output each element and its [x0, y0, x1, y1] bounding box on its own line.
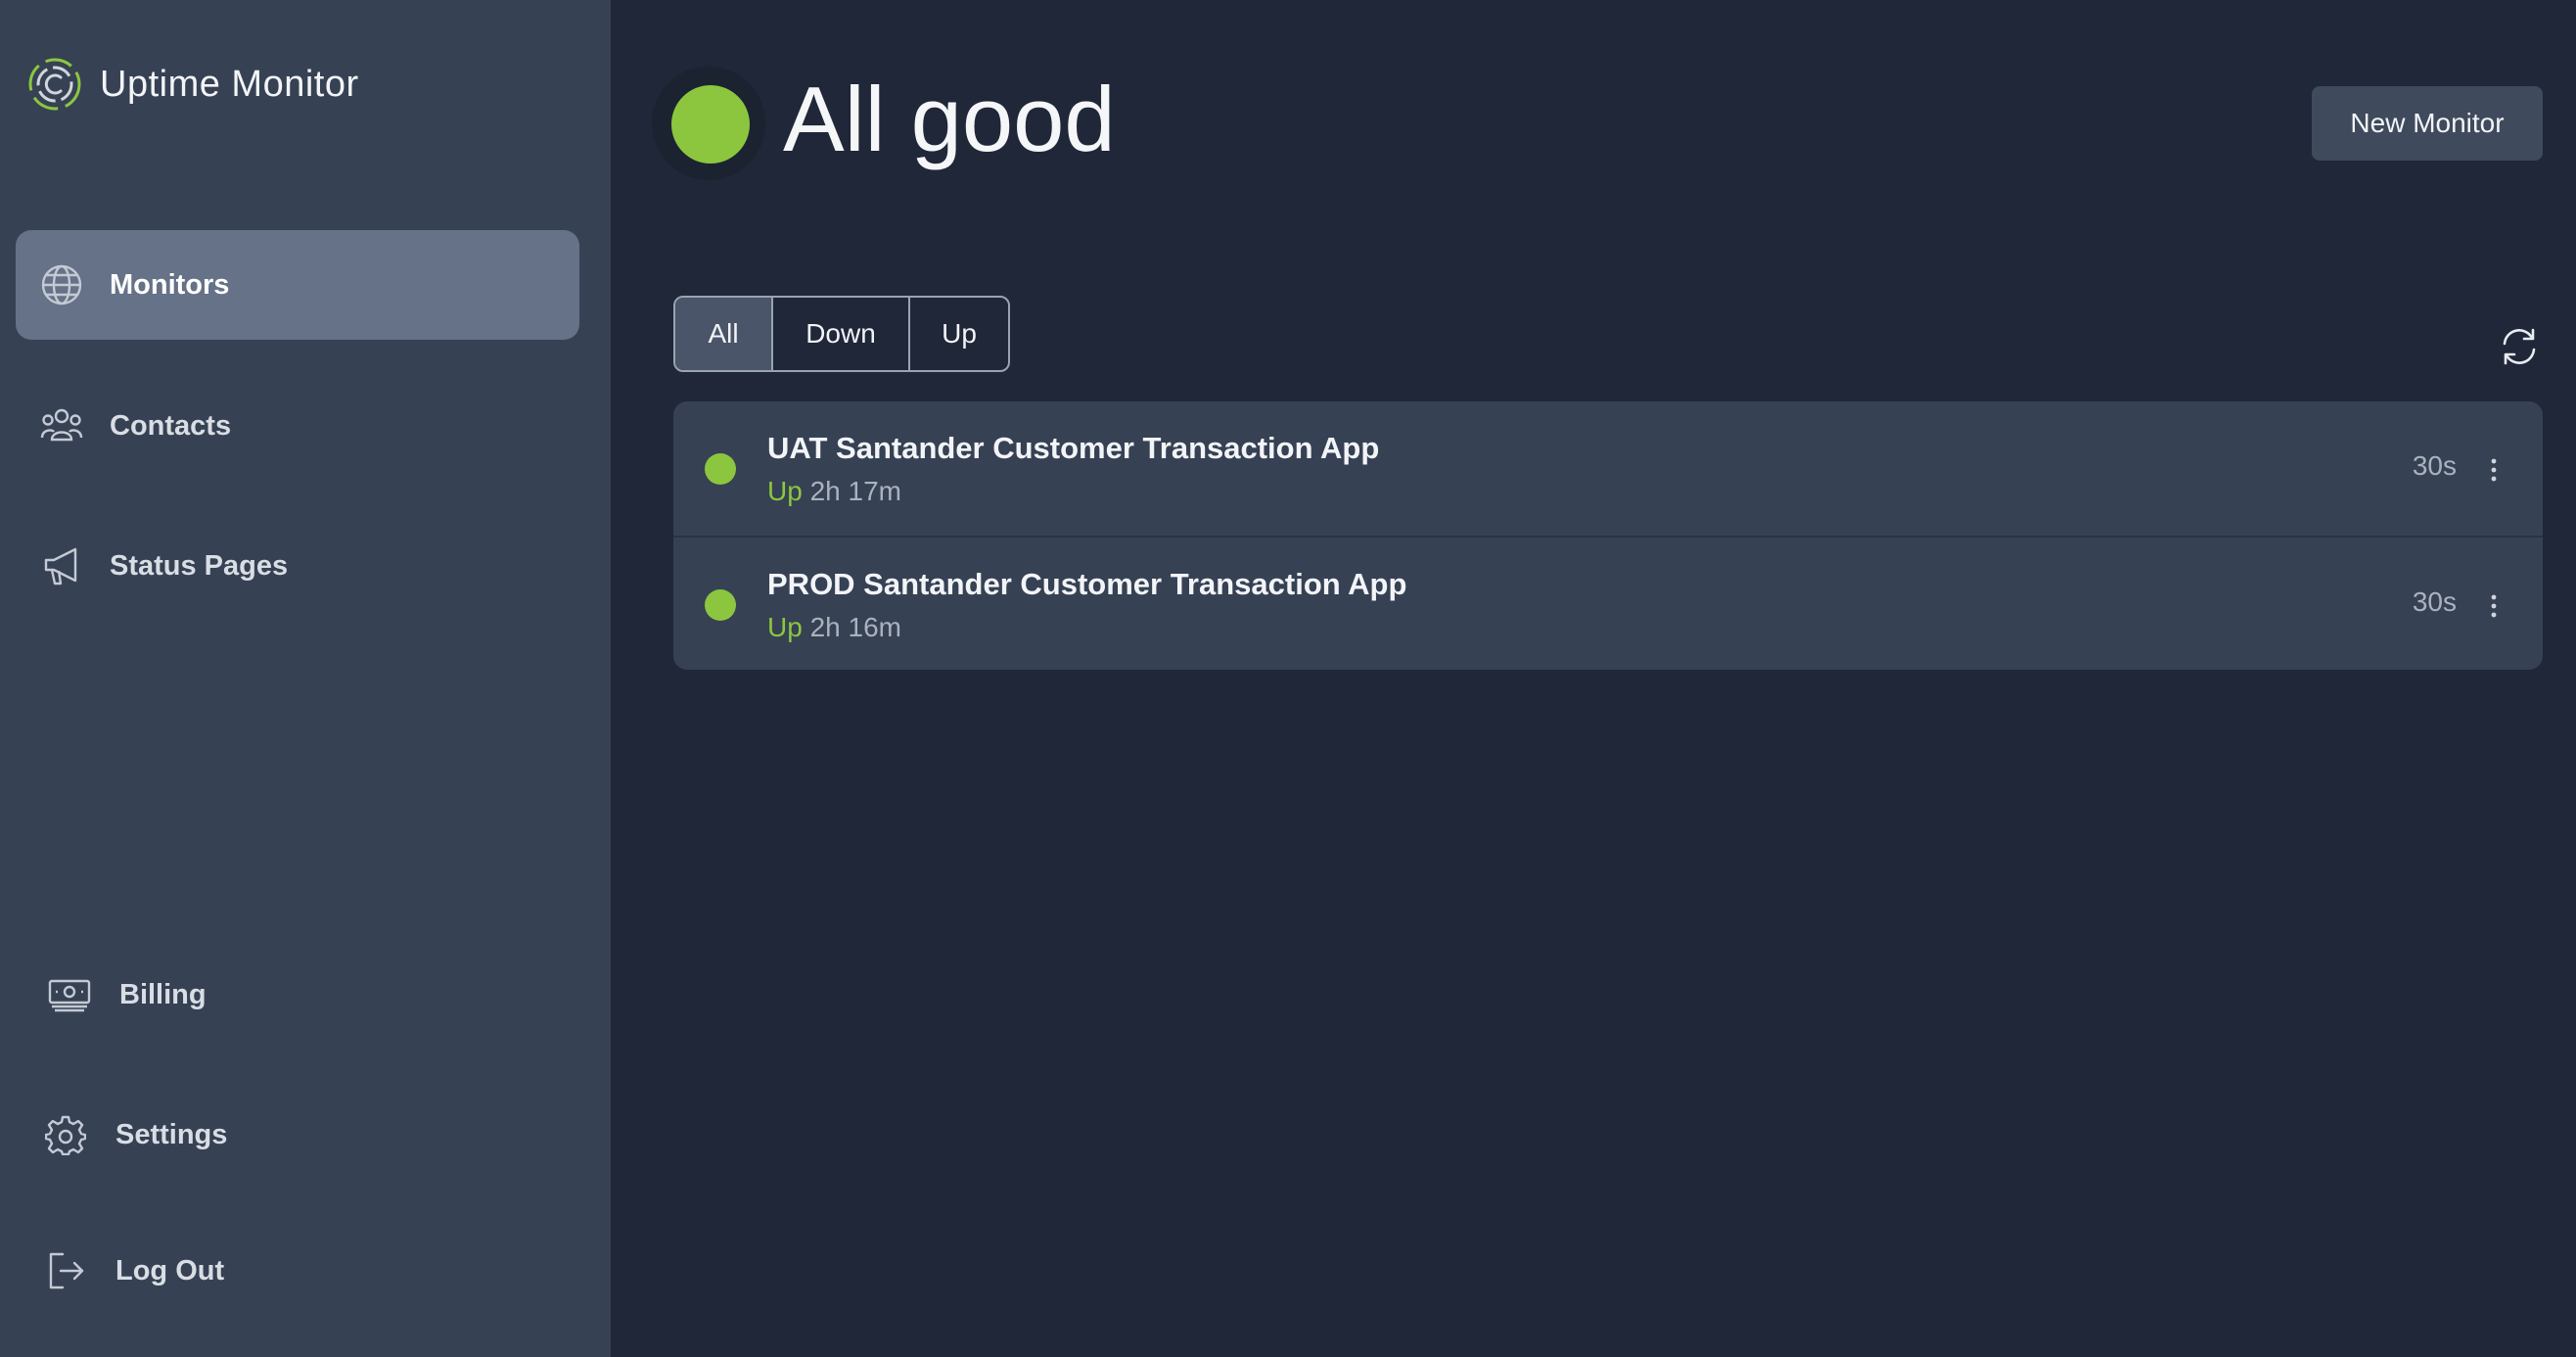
monitor-state: Up — [767, 476, 803, 506]
sidebar-item-label: Log Out — [115, 1254, 225, 1287]
brand[interactable]: Uptime Monitor — [27, 55, 359, 114]
filter-all-button[interactable]: All — [675, 298, 771, 370]
monitor-name: UAT Santander Customer Transaction App — [767, 431, 1380, 465]
refresh-icon — [2503, 328, 2536, 365]
sidebar-item-logout[interactable]: Log Out — [16, 1216, 579, 1326]
sidebar-item-billing[interactable]: Billing — [16, 940, 579, 1050]
monitor-state: Up — [767, 612, 803, 642]
sidebar-item-label: Billing — [119, 978, 207, 1010]
brand-name: Uptime Monitor — [100, 63, 359, 105]
status-filter-group: All Down Up — [673, 296, 1010, 372]
new-monitor-button[interactable]: New Monitor — [2312, 86, 2543, 161]
monitor-status-line: Up 2h 16m — [767, 612, 901, 643]
megaphone-icon — [39, 543, 84, 588]
more-options-icon[interactable] — [2484, 586, 2504, 626]
gear-icon — [43, 1112, 88, 1157]
sidebar-item-settings[interactable]: Settings — [16, 1080, 579, 1190]
logo-icon — [28, 58, 81, 111]
monitor-row[interactable]: PROD Santander Customer Transaction App … — [673, 536, 2543, 670]
sidebar-item-label: Settings — [115, 1118, 228, 1150]
monitor-status-dot — [705, 589, 736, 621]
monitor-row[interactable]: UAT Santander Customer Transaction App U… — [673, 401, 2543, 536]
sidebar-item-contacts[interactable]: Contacts — [16, 371, 579, 481]
money-icon — [47, 972, 92, 1017]
sidebar-item-label: Status Pages — [110, 549, 289, 582]
filter-down-button[interactable]: Down — [771, 298, 908, 370]
monitor-interval: 30s — [2412, 450, 2457, 481]
main-content: All good New Monitor All Down Up UAT San… — [611, 0, 2576, 1357]
more-options-icon[interactable] — [2484, 450, 2504, 490]
monitor-list: UAT Santander Customer Transaction App U… — [673, 401, 2543, 670]
sidebar-item-status-pages[interactable]: Status Pages — [16, 511, 579, 621]
monitor-duration: 2h 16m — [809, 612, 901, 642]
people-icon — [39, 403, 84, 448]
sidebar-item-label: Monitors — [110, 268, 230, 301]
monitor-name: PROD Santander Customer Transaction App — [767, 567, 1407, 601]
monitor-status-dot — [705, 453, 736, 485]
monitor-status-line: Up 2h 17m — [767, 476, 901, 507]
monitor-interval: 30s — [2412, 586, 2457, 617]
logout-icon — [43, 1248, 88, 1293]
app-root: Uptime Monitor Monitors Contacts Status … — [0, 0, 2576, 1357]
overall-status-indicator — [671, 85, 750, 164]
globe-icon — [39, 262, 84, 307]
sidebar-item-label: Contacts — [110, 409, 232, 442]
sidebar-item-monitors[interactable]: Monitors — [16, 230, 579, 340]
page-title: All good — [783, 68, 1116, 170]
filter-up-button[interactable]: Up — [908, 298, 1008, 370]
refresh-button[interactable] — [2496, 323, 2543, 370]
monitor-duration: 2h 17m — [809, 476, 901, 506]
sidebar: Uptime Monitor Monitors Contacts Status … — [0, 0, 611, 1357]
